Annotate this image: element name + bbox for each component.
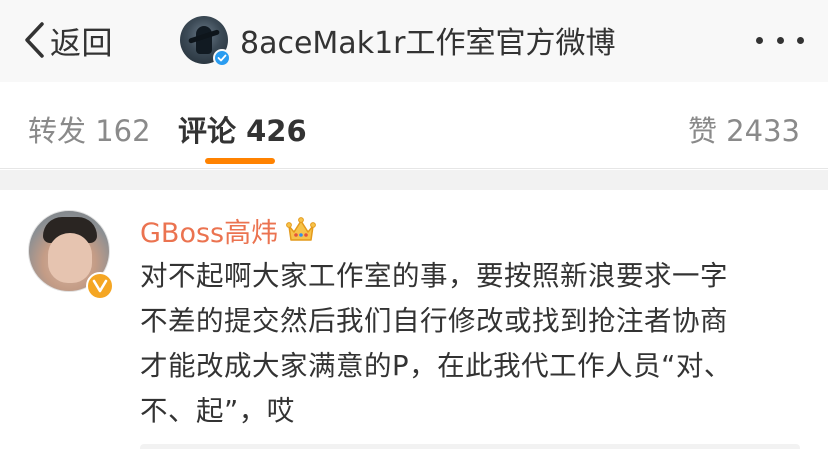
comment-line: 才能改成大家满意的P，在此我代工作人员“对、 [140, 350, 732, 382]
comment-text: 对不起啊大家工作室的事，要按照新浪要求一字 不差的提交然后我们自行修改或找到抢注… [140, 254, 800, 434]
account-avatar[interactable] [180, 16, 231, 67]
tab-bar: 转发 162 评论 426 赞 2433 [0, 82, 828, 169]
crown-icon [286, 217, 317, 241]
comment-line: 不差的提交然后我们自行修改或找到抢注者协商 [140, 305, 728, 337]
weibo-comments-page: 返回 8aceMak1r工作室官方微博 转发 162 评论 426 赞 2433… [0, 0, 828, 449]
tab-likes[interactable]: 赞 2433 [688, 108, 800, 150]
commenter-name-text: GBoss高炜 [140, 217, 279, 249]
avatar-face [48, 233, 92, 283]
vip-v-icon [86, 272, 114, 300]
more-dots-icon [797, 36, 804, 44]
comment-line: 不、起”，哎 [140, 395, 295, 427]
back-button[interactable]: 返回 [22, 14, 113, 66]
tab-reposts[interactable]: 转发 162 [28, 108, 151, 150]
comment-line: 对不起啊大家工作室的事，要按照新浪要求一字 [140, 260, 728, 292]
back-label: 返回 [50, 25, 113, 62]
comment-item[interactable]: GBoss高炜 对不起啊大家工作室的事，要按照新浪要求一字 不差的提交然后我们自… [0, 190, 828, 449]
account-name: 8aceMak1r工作室官方微博 [240, 26, 616, 61]
account-title[interactable]: 8aceMak1r工作室官方微博 [180, 12, 615, 68]
navigation-bar: 返回 8aceMak1r工作室官方微博 [0, 0, 828, 82]
tab-comments[interactable]: 评论 426 [178, 108, 307, 150]
verified-check-icon [213, 49, 231, 67]
more-dots-icon [776, 36, 784, 44]
active-tab-indicator [205, 158, 275, 164]
more-options-button[interactable] [756, 30, 804, 50]
reply-preview-box[interactable] [140, 444, 800, 449]
more-dots-icon [756, 36, 763, 44]
section-divider [0, 170, 828, 190]
commenter-name[interactable]: GBoss高炜 [140, 212, 317, 249]
chevron-left-icon [25, 22, 44, 58]
